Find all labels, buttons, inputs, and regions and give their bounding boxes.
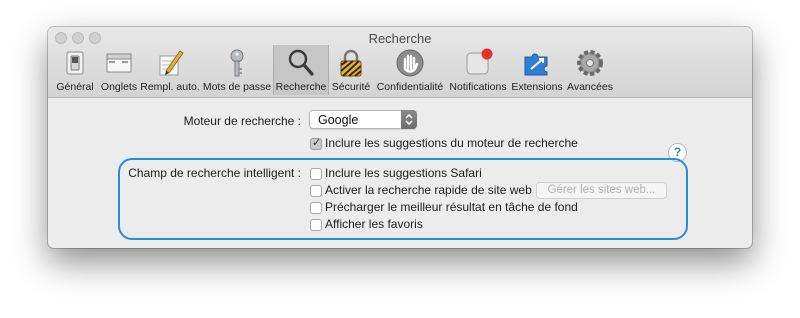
tab-advanced[interactable]: Avancées — [565, 45, 615, 95]
tab-autofill-label: Rempl. auto. — [140, 81, 200, 93]
general-switch-icon — [66, 51, 84, 75]
magnifier-icon — [288, 49, 314, 76]
tab-extensions-label: Extensions — [511, 81, 563, 93]
tab-advanced-label: Avancées — [567, 81, 613, 93]
title-bar: Recherche Général Onglets Rempl. auto. M… — [48, 27, 752, 98]
window-title: Recherche — [368, 31, 432, 46]
include-engine-suggestions-label: Inclure les suggestions du moteur de rec… — [325, 136, 578, 150]
include-engine-suggestions-checkbox[interactable]: ✓ — [310, 137, 322, 150]
tab-security[interactable]: Sécurité — [329, 45, 373, 95]
chevron-updown-icon — [401, 110, 417, 129]
tab-security-label: Sécurité — [331, 81, 371, 93]
tab-autofill[interactable]: Rempl. auto. — [139, 45, 201, 95]
hand-icon — [396, 49, 424, 77]
tab-tabs[interactable]: Onglets — [99, 45, 139, 95]
key-icon — [230, 49, 244, 77]
tab-tabs-label: Onglets — [100, 81, 138, 93]
tab-notifications[interactable]: Notifications — [447, 45, 509, 95]
tab-passwords-label: Mots de passe — [202, 81, 272, 93]
preferences-toolbar: Général Onglets Rempl. auto. Mots de pas… — [51, 45, 615, 97]
tab-passwords[interactable]: Mots de passe — [201, 45, 273, 95]
gear-icon — [577, 50, 603, 76]
tab-privacy[interactable]: Confidentialité — [373, 45, 447, 95]
notification-icon — [466, 48, 493, 75]
tab-general[interactable]: Général — [51, 45, 99, 95]
tab-notifications-label: Notifications — [449, 81, 507, 93]
tab-general-label: Général — [56, 81, 94, 93]
tab-extensions[interactable]: Extensions — [509, 45, 565, 95]
search-engine-value: Google — [318, 113, 359, 127]
puzzle-icon — [524, 53, 548, 76]
tab-privacy-label: Confidentialité — [376, 81, 444, 93]
tabs-icon — [106, 53, 132, 73]
tab-search[interactable]: Recherche — [273, 45, 329, 95]
checkmark-icon: ✓ — [312, 137, 322, 149]
smart-search-highlight-outline — [118, 158, 688, 240]
tab-search-label: Recherche — [275, 81, 327, 93]
search-engine-label: Moteur de recherche : — [183, 114, 301, 128]
search-engine-select[interactable]: Google — [309, 110, 417, 129]
autofill-pencil-icon — [159, 50, 184, 76]
padlock-icon — [340, 49, 362, 77]
